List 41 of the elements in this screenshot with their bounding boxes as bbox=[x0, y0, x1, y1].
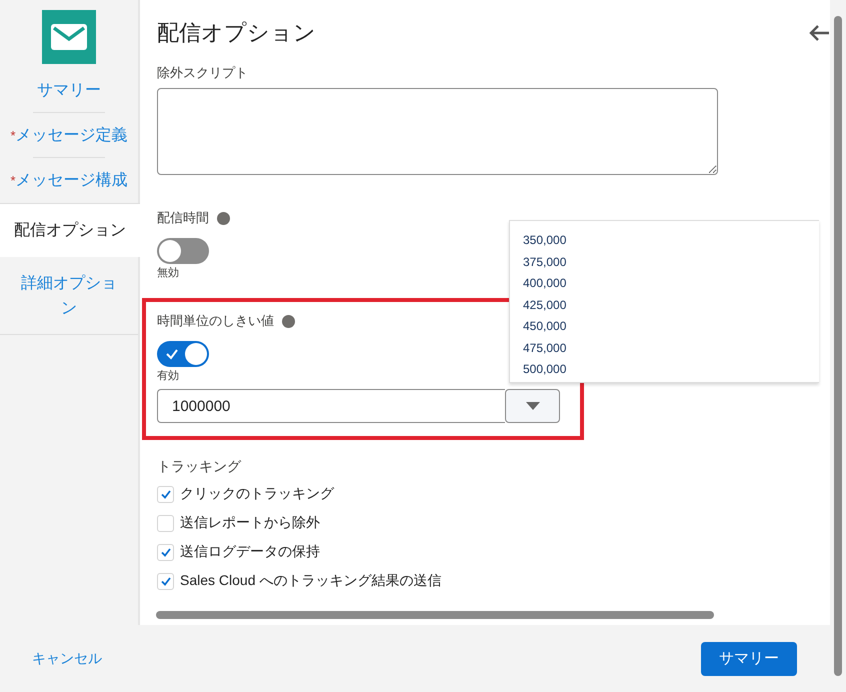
exclusion-script-field[interactable] bbox=[157, 88, 718, 175]
toggle-switch[interactable] bbox=[157, 341, 209, 367]
checkmark-icon bbox=[160, 576, 170, 586]
field-label: 除外スクリプト bbox=[157, 64, 249, 82]
checkbox-label: 送信ログデータの保持 bbox=[180, 543, 320, 561]
toggle-switch[interactable] bbox=[157, 238, 209, 264]
sidebar-item[interactable]: *メッセージ構成 bbox=[0, 158, 138, 203]
email-logo-icon bbox=[42, 10, 96, 64]
checkbox-label: クリックのトラッキング bbox=[180, 485, 334, 503]
sidebar-item[interactable]: サマリー bbox=[0, 64, 138, 113]
dropdown-option[interactable]: 375,000 bbox=[510, 252, 819, 273]
checkmark-icon bbox=[160, 548, 170, 556]
section-label: トラッキング bbox=[157, 458, 242, 476]
threshold-input[interactable]: 1000000 bbox=[157, 389, 505, 423]
checkmark-icon bbox=[165, 348, 179, 360]
dropdown-option[interactable]: 400,000 bbox=[510, 273, 819, 294]
dropdown-option[interactable]: 350,000 bbox=[510, 230, 819, 252]
caret-down-icon bbox=[526, 402, 540, 410]
sidebar-item[interactable]: 詳細オプション bbox=[0, 257, 138, 335]
checkbox[interactable] bbox=[157, 544, 174, 560]
summary-button[interactable]: サマリー bbox=[701, 642, 797, 676]
cancel-link[interactable]: キャンセル bbox=[32, 650, 102, 668]
dropdown-option[interactable]: 475,000 bbox=[510, 338, 819, 359]
checkbox-label: Sales Cloud へのトラッキング結果の送信 bbox=[180, 572, 442, 590]
checkmark-icon bbox=[160, 490, 170, 498]
field-label: 時間単位のしきい値 bbox=[157, 312, 274, 330]
toggle-status: 有効 bbox=[157, 369, 179, 383]
checkbox[interactable] bbox=[157, 486, 174, 502]
sidebar-item[interactable]: 配信オプション bbox=[0, 203, 140, 257]
checkbox[interactable] bbox=[157, 514, 174, 532]
dropdown-button[interactable] bbox=[505, 389, 560, 423]
checkbox[interactable] bbox=[157, 572, 174, 590]
checkbox-label: 送信レポートから除外 bbox=[180, 514, 320, 532]
dropdown-option[interactable]: 450,000 bbox=[510, 316, 819, 338]
panel-title: 配信オプション bbox=[157, 19, 316, 47]
sidebar-item[interactable]: *メッセージ定義 bbox=[0, 113, 138, 158]
toggle-status: 無効 bbox=[157, 266, 179, 280]
field-label: 配信時間 bbox=[157, 209, 209, 227]
dropdown-option[interactable]: 500,000 bbox=[510, 359, 819, 380]
dropdown-option[interactable]: 425,000 bbox=[510, 294, 819, 316]
back-arrow-icon[interactable] bbox=[808, 24, 830, 42]
